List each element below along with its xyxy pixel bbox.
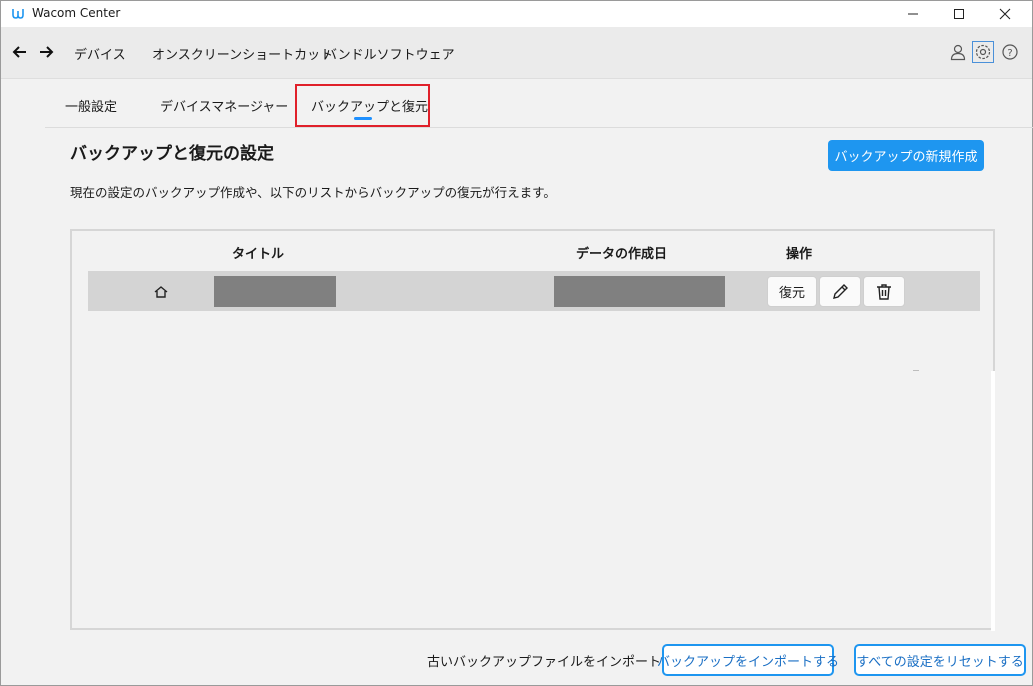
- delete-button[interactable]: [863, 276, 905, 307]
- help-button[interactable]: ?: [999, 41, 1021, 63]
- svg-text:?: ?: [1007, 48, 1012, 59]
- maximize-icon: [954, 9, 964, 19]
- settings-tabs: 一般設定 デバイスマネージャー バックアップと復元: [45, 79, 1033, 128]
- page-description: 現在の設定のバックアップ作成や、以下のリストからバックアップの復元が行えます。: [70, 185, 556, 200]
- nav-item-bundled-software[interactable]: バンドルソフトウェア: [324, 44, 455, 63]
- maximize-button[interactable]: [936, 1, 982, 27]
- trash-icon: [877, 283, 891, 300]
- new-backup-button[interactable]: バックアップの新規作成: [828, 140, 984, 171]
- minimize-button[interactable]: [890, 1, 936, 27]
- gear-icon: [975, 44, 991, 60]
- close-button[interactable]: [982, 1, 1028, 27]
- minimize-icon: [908, 13, 918, 15]
- account-button[interactable]: [947, 41, 969, 63]
- close-icon: [999, 8, 1011, 20]
- title-bar: Wacom Center: [1, 1, 1032, 27]
- edit-button[interactable]: [819, 276, 861, 307]
- page-title: バックアップと復元の設定: [70, 144, 274, 164]
- help-icon: ?: [1002, 44, 1018, 60]
- backup-table: タイトル データの作成日 操作 復元: [70, 229, 995, 630]
- wacom-logo-icon: [12, 9, 24, 19]
- tab-general[interactable]: 一般設定: [65, 96, 117, 115]
- nav-item-onscreen-shortcuts[interactable]: オンスクリーンショートカット: [152, 44, 333, 63]
- forward-arrow-icon[interactable]: [37, 43, 55, 61]
- redacted-date: [554, 276, 725, 307]
- nav-bar: デバイス オンスクリーンショートカット バンドルソフトウェア ?: [1, 27, 1032, 79]
- redacted-title: [214, 276, 336, 307]
- table-row[interactable]: 復元: [88, 271, 980, 311]
- pencil-icon: [833, 283, 848, 299]
- scroll-marker: [913, 370, 919, 371]
- nav-item-devices[interactable]: デバイス: [74, 44, 126, 63]
- tab-device-manager[interactable]: デバイスマネージャー: [160, 96, 288, 115]
- import-backup-button[interactable]: バックアップをインポートする: [657, 644, 839, 676]
- column-header-title: タイトル: [232, 247, 285, 262]
- reset-all-settings-button[interactable]: すべての設定をリセットする: [854, 644, 1026, 676]
- column-header-actions: 操作: [786, 247, 813, 262]
- restore-button[interactable]: 復元: [767, 276, 817, 307]
- highlight-box: [295, 84, 430, 127]
- window-title: Wacom Center: [32, 6, 121, 20]
- home-icon: [154, 286, 168, 298]
- settings-button[interactable]: [972, 41, 994, 63]
- app-window: Wacom Center デバイス オンスクリーンショートカット バンドルソフト…: [0, 0, 1033, 686]
- column-header-created: データの作成日: [576, 247, 668, 262]
- user-icon: [950, 44, 966, 61]
- back-arrow-icon[interactable]: [11, 43, 29, 61]
- scrollbar-track[interactable]: [991, 371, 995, 631]
